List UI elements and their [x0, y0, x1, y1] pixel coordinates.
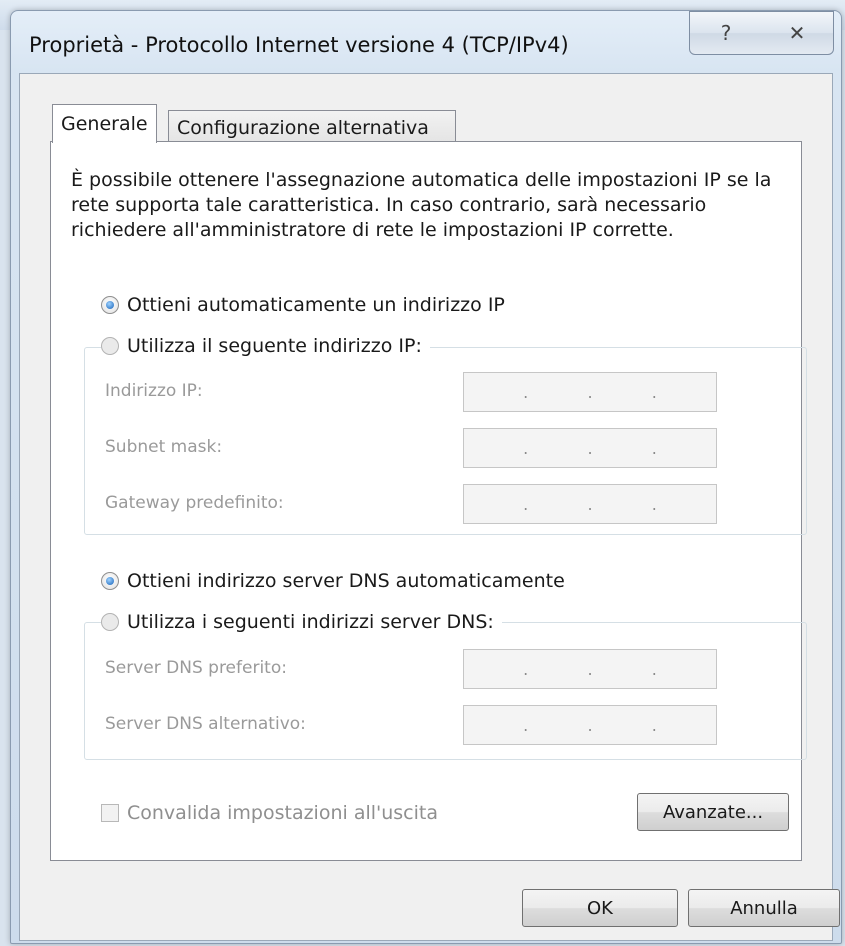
description-text: È possibile ottenere l'assegnazione auto… [71, 169, 772, 241]
dns-auto-label: Ottieni indirizzo server DNS automaticam… [127, 570, 565, 592]
validate-checkbox [101, 804, 119, 822]
ip-address-field: ... [463, 372, 717, 412]
ip-manual-group: Indirizzo IP: ... Subnet mask: ... Gatew… [84, 347, 807, 535]
ip-auto-label: Ottieni automaticamente un indirizzo IP [127, 294, 505, 316]
ip-manual-label: Utilizza il seguente indirizzo IP: [127, 335, 422, 357]
help-button[interactable]: ? [689, 11, 763, 55]
tab-panel-generale: È possibile ottenere l'assegnazione auto… [50, 141, 807, 861]
ip-manual-radio-row[interactable]: Utilizza il seguente indirizzo IP: [101, 335, 430, 357]
ip-auto-radio-row[interactable]: Ottieni automaticamente un indirizzo IP [101, 294, 505, 316]
help-icon: ? [720, 21, 732, 45]
tab-configurazione-alternativa[interactable]: Configurazione alternativa [168, 110, 456, 145]
window-title: Proprietà - Protocollo Internet versione… [29, 33, 569, 57]
dns-preferred-field: ... [463, 649, 717, 689]
tab-generale[interactable]: Generale [52, 104, 157, 143]
ok-button[interactable]: OK [522, 889, 678, 927]
ip-manual-radio[interactable] [101, 337, 119, 355]
dns-manual-radio[interactable] [101, 613, 119, 631]
close-button[interactable]: ✕ [761, 11, 834, 55]
validate-checkbox-row: Convalida impostazioni all'uscita [101, 802, 438, 824]
gateway-label: Gateway predefinito: [105, 493, 284, 513]
close-icon: ✕ [788, 21, 806, 45]
ip-auto-radio[interactable] [101, 296, 119, 314]
advanced-button[interactable]: Avanzate... [637, 793, 789, 831]
dns-alternate-field: ... [463, 705, 717, 745]
dns-alternate-label: Server DNS alternativo: [105, 714, 306, 734]
validate-label: Convalida impostazioni all'uscita [127, 802, 439, 824]
dialog-client-area: Generale Configurazione alternativa È po… [19, 73, 840, 941]
cancel-button[interactable]: Annulla [688, 889, 840, 927]
gateway-field: ... [463, 484, 717, 524]
dns-manual-radio-row[interactable]: Utilizza i seguenti indirizzi server DNS… [101, 611, 502, 633]
dns-manual-label: Utilizza i seguenti indirizzi server DNS… [127, 611, 494, 633]
subnet-mask-label: Subnet mask: [105, 437, 223, 457]
dns-manual-group: Server DNS preferito: ... Server DNS alt… [84, 622, 807, 760]
dns-preferred-label: Server DNS preferito: [105, 658, 287, 678]
dns-auto-radio[interactable] [101, 572, 119, 590]
dialog-window: Proprietà - Protocollo Internet versione… [10, 10, 842, 944]
dns-auto-radio-row[interactable]: Ottieni indirizzo server DNS automaticam… [101, 570, 565, 592]
ip-address-label: Indirizzo IP: [105, 381, 203, 401]
subnet-mask-field: ... [463, 428, 717, 468]
